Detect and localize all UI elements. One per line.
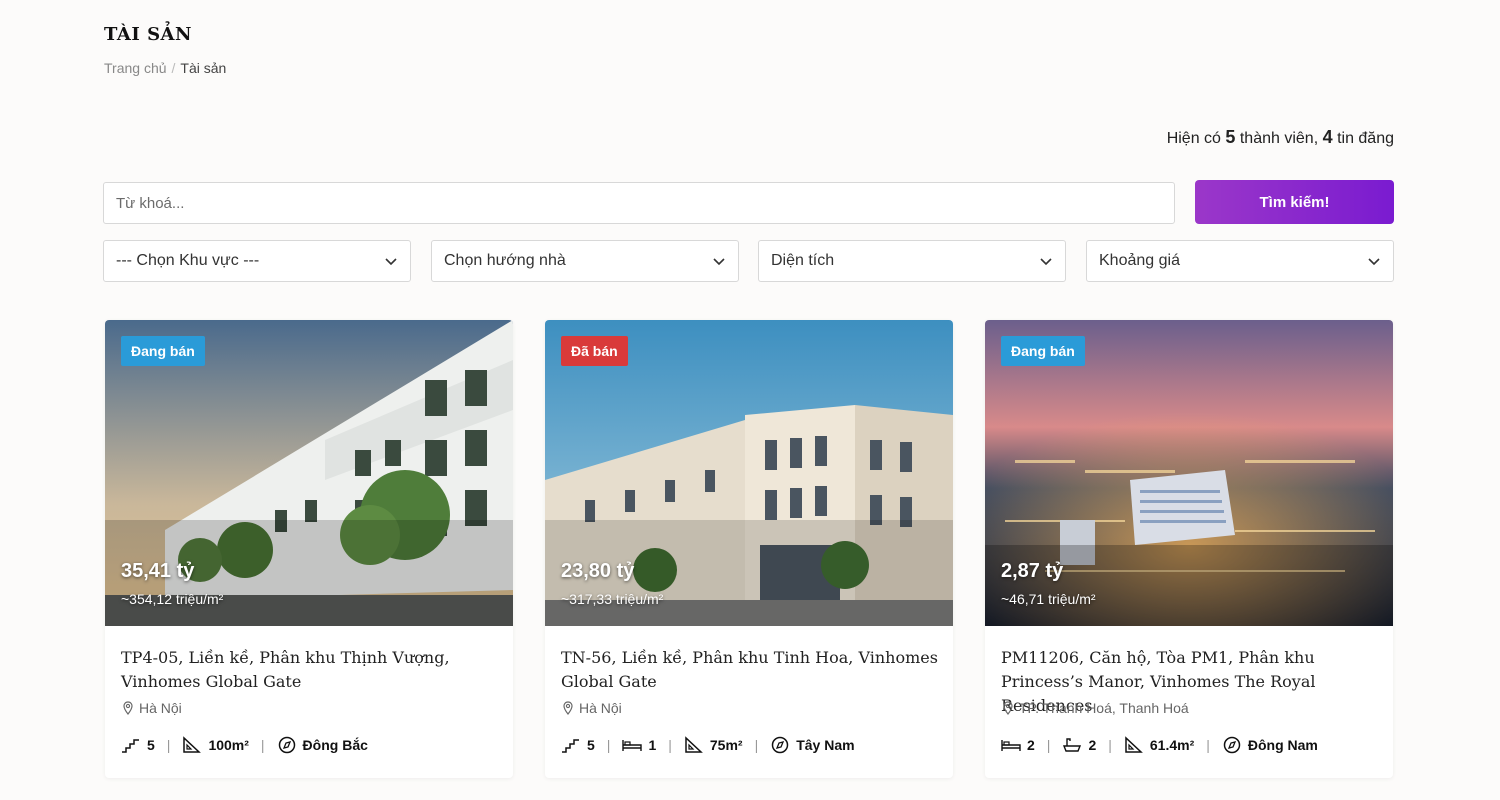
map-pin-icon — [1003, 701, 1013, 715]
meta-divider: | — [754, 737, 759, 753]
location-text: Hà Nội — [139, 700, 182, 716]
price: 23,80 tỷ — [561, 560, 635, 582]
stairs-icon — [122, 739, 139, 753]
breadcrumb: Trang chủ / Tài sản — [104, 60, 226, 76]
price-per-sqm: ~46,71 triệu/m² — [1001, 591, 1096, 607]
status-badge: Đang bán — [121, 336, 205, 366]
bathrooms-value: 2 — [1088, 737, 1097, 753]
search-input[interactable] — [103, 182, 1175, 224]
status-badge: Đang bán — [1001, 336, 1085, 366]
property-location: Hà Nội — [121, 700, 182, 716]
compass-icon — [278, 736, 295, 754]
area-value: 100m² — [208, 737, 249, 753]
direction-meta: Đông Nam — [1222, 736, 1318, 754]
property-image[interactable]: Đã bán 23,80 tỷ ~317,33 triệu/m² — [545, 320, 953, 626]
direction-select[interactable]: Chọn hướng nhà — [431, 240, 739, 282]
property-title[interactable]: TN-56, Liền kề, Phân khu Tinh Hoa, Vinho… — [561, 646, 941, 694]
page-title: TÀI SẢN — [104, 24, 192, 45]
area-meta: 100m² — [182, 736, 249, 754]
stairs-icon — [562, 739, 579, 753]
floors-meta: 5 — [561, 736, 595, 754]
area-select[interactable]: Diện tích — [758, 240, 1066, 282]
region-select-label: --- Chọn Khu vực --- — [116, 252, 260, 269]
breadcrumb-home-link[interactable]: Trang chủ — [104, 60, 167, 76]
floors-value: 5 — [147, 737, 155, 753]
compass-icon — [1223, 736, 1241, 754]
direction-select-label: Chọn hướng nhà — [444, 252, 566, 269]
stats-prefix: Hiện có — [1166, 130, 1221, 147]
property-card[interactable]: Đang bán 2,87 tỷ ~46,71 triệu/m² PM11206… — [985, 320, 1393, 778]
bedrooms-meta: 2 — [1001, 736, 1035, 754]
location-text: TP. Thanh Hoá, Thanh Hoá — [1019, 700, 1189, 716]
bed-icon — [1001, 740, 1021, 751]
breadcrumb-separator: / — [171, 60, 176, 76]
listing-stats: Hiện có 5 thành viên, 4 tin đăng — [1167, 127, 1394, 148]
stats-listings-count: 4 — [1322, 127, 1333, 147]
direction-meta: Đông Bắc — [277, 736, 368, 754]
bedrooms-meta: 1 — [622, 736, 656, 754]
stats-members-label: thành viên, — [1239, 130, 1319, 147]
floors-value: 5 — [587, 737, 595, 753]
price: 2,87 tỷ — [1001, 560, 1064, 582]
direction-value: Tây Nam — [796, 737, 855, 753]
compass-icon — [771, 736, 789, 754]
chevron-down-icon — [1040, 258, 1052, 266]
property-meta: 5 | 100m² | Đông Bắc — [121, 736, 368, 754]
price-select[interactable]: Khoảng giá — [1086, 240, 1394, 282]
price: 35,41 tỷ — [121, 560, 195, 582]
region-select[interactable]: --- Chọn Khu vực --- — [103, 240, 411, 282]
area-select-label: Diện tích — [771, 252, 835, 269]
property-location: TP. Thanh Hoá, Thanh Hoá — [1001, 700, 1189, 716]
chevron-down-icon — [713, 258, 725, 266]
property-meta: 5 | 1 | 75m² | Tây Nam — [561, 736, 855, 754]
area-meta: 61.4m² — [1124, 736, 1194, 754]
map-pin-icon — [563, 701, 573, 715]
meta-divider: | — [1206, 737, 1210, 753]
area-value: 75m² — [709, 737, 743, 753]
stats-members-count: 5 — [1225, 127, 1236, 147]
price-per-sqm: ~354,12 triệu/m² — [121, 591, 224, 607]
property-card[interactable]: Đã bán 23,80 tỷ ~317,33 triệu/m² TN-56, … — [545, 320, 953, 778]
meta-divider: | — [606, 737, 611, 753]
area-value: 61.4m² — [1149, 737, 1195, 753]
property-title[interactable]: TP4-05, Liền kề, Phân khu Thịnh Vượng, V… — [121, 646, 501, 694]
area-meta: 75m² — [684, 736, 743, 754]
bathtub-icon — [1063, 738, 1082, 752]
meta-divider: | — [1046, 737, 1051, 753]
meta-divider: | — [166, 737, 171, 753]
floors-meta: 5 — [121, 736, 155, 754]
stats-listings-label: tin đăng — [1337, 130, 1394, 147]
property-image[interactable]: Đang bán 2,87 tỷ ~46,71 triệu/m² — [985, 320, 1393, 626]
ruler-triangle-icon — [1125, 736, 1143, 753]
ruler-triangle-icon — [685, 736, 703, 753]
price-per-sqm: ~317,33 triệu/m² — [561, 591, 664, 607]
meta-divider: | — [260, 737, 265, 753]
meta-divider: | — [1108, 737, 1112, 753]
price-select-label: Khoảng giá — [1099, 252, 1180, 269]
bedrooms-value: 2 — [1027, 737, 1035, 753]
bathrooms-meta: 2 — [1062, 736, 1096, 754]
search-button[interactable]: Tìm kiếm! — [1195, 180, 1394, 224]
bedrooms-value: 1 — [648, 737, 657, 753]
breadcrumb-current: Tài sản — [180, 60, 227, 76]
chevron-down-icon — [1368, 258, 1380, 266]
location-text: Hà Nội — [579, 700, 622, 716]
direction-value: Đông Nam — [1247, 737, 1318, 753]
meta-divider: | — [668, 737, 672, 753]
property-card[interactable]: Đang bán 35,41 tỷ ~354,12 triệu/m² TP4-0… — [105, 320, 513, 778]
property-meta: 2 | 2 | 61.4m² | Đông Nam — [1001, 736, 1318, 754]
map-pin-icon — [123, 701, 133, 715]
direction-value: Đông Bắc — [302, 737, 368, 753]
property-location: Hà Nội — [561, 700, 622, 716]
status-badge: Đã bán — [561, 336, 628, 366]
direction-meta: Tây Nam — [770, 736, 855, 754]
bed-icon — [622, 740, 643, 751]
ruler-triangle-icon — [183, 736, 202, 753]
chevron-down-icon — [385, 258, 397, 266]
property-image[interactable]: Đang bán 35,41 tỷ ~354,12 triệu/m² — [105, 320, 513, 626]
